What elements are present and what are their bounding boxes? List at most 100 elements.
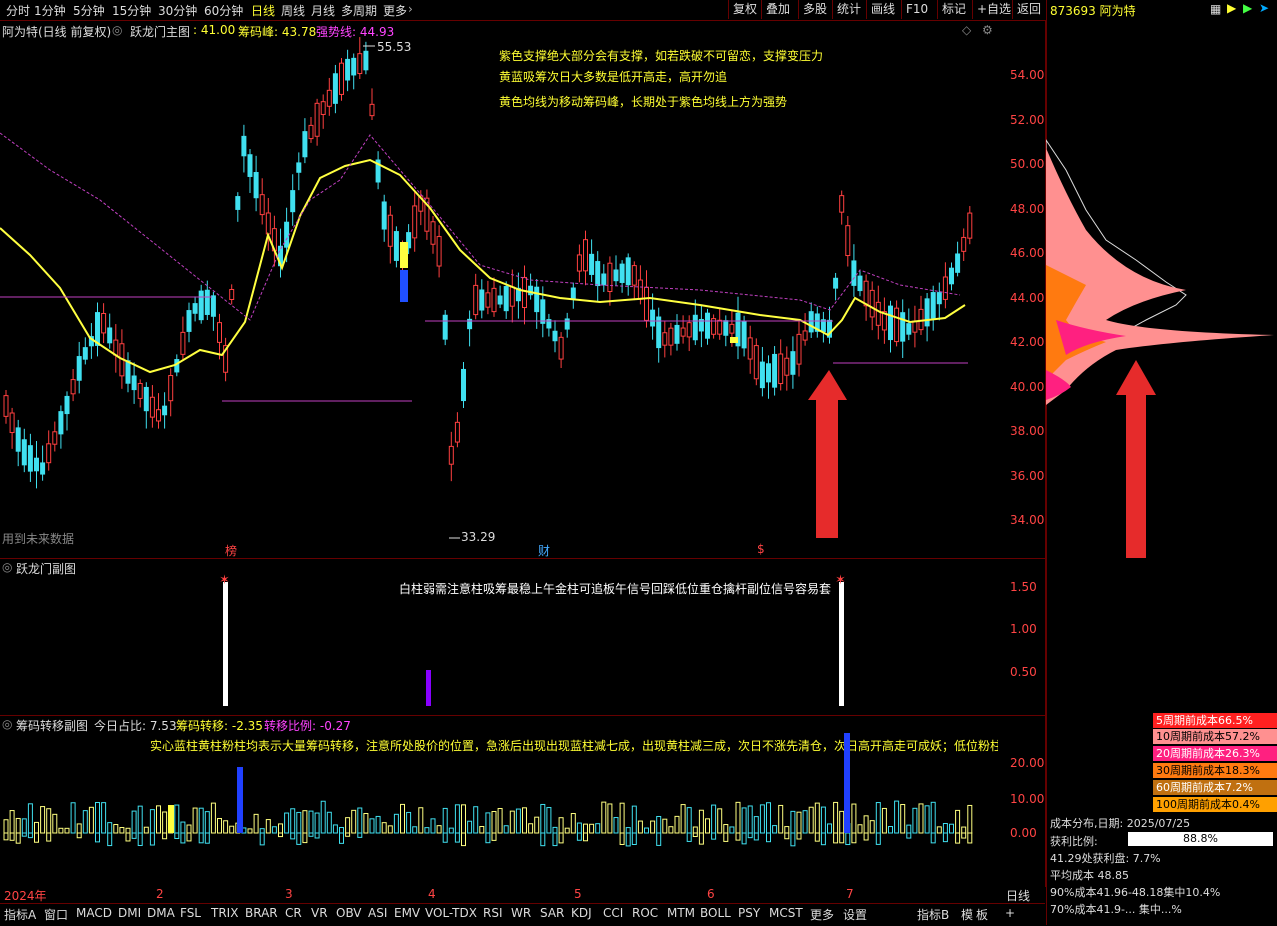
candlestick-chart[interactable] bbox=[0, 20, 1045, 558]
candle-body bbox=[95, 312, 100, 346]
multi-stock-button[interactable]: 多股 bbox=[798, 0, 831, 19]
mark-button[interactable]: 标记 bbox=[937, 0, 970, 19]
indicator-tab[interactable]: WR bbox=[511, 906, 531, 920]
template-tab[interactable]: 模 bbox=[961, 906, 973, 923]
transfer-bar-neg bbox=[162, 832, 168, 840]
draw-button[interactable]: 画线 bbox=[866, 0, 899, 19]
add-tab[interactable]: + bbox=[1005, 906, 1015, 920]
transfer-bar-neg bbox=[15, 832, 21, 844]
transfer-bar-neg bbox=[753, 832, 759, 841]
play-icon[interactable]: ▶ bbox=[1243, 1, 1252, 15]
indicator-tab[interactable]: VR bbox=[311, 906, 328, 920]
candle-body bbox=[351, 57, 357, 76]
indicator-tab[interactable]: BOLL bbox=[700, 906, 731, 920]
candle-body bbox=[461, 368, 466, 402]
period-tab[interactable]: 分时 bbox=[6, 2, 30, 19]
transfer-bar-neg bbox=[839, 832, 845, 844]
transfer-bar bbox=[52, 813, 58, 834]
settings-tab[interactable]: 设置 bbox=[843, 906, 867, 923]
indicator-tab[interactable]: MCST bbox=[769, 906, 803, 920]
stats-button[interactable]: 统计 bbox=[832, 0, 865, 19]
transfer-bar bbox=[247, 828, 253, 834]
transfer-bar bbox=[9, 810, 15, 834]
transfer-bar bbox=[808, 806, 814, 834]
overlay-button[interactable]: 叠加 bbox=[761, 0, 794, 19]
candle-body bbox=[485, 292, 491, 308]
period-tab-active[interactable]: 日线 bbox=[251, 2, 275, 19]
candle-body bbox=[491, 287, 497, 313]
indicator-tab[interactable]: FSL bbox=[180, 906, 201, 920]
period-tab[interactable]: 月线 bbox=[311, 2, 335, 19]
transfer-bar-neg bbox=[76, 832, 82, 839]
indicator-tab[interactable]: 指标A bbox=[4, 906, 36, 923]
template-tab[interactable]: 板 bbox=[976, 906, 988, 923]
indicator-tab[interactable]: CCI bbox=[603, 906, 623, 920]
transfer-bar bbox=[662, 818, 668, 834]
transfer-bar bbox=[302, 810, 308, 834]
chevron-right-icon[interactable]: › bbox=[408, 2, 413, 16]
indicator-tab[interactable]: KDJ bbox=[571, 906, 592, 920]
f10-button[interactable]: F10 bbox=[901, 0, 932, 19]
transfer-bar-neg bbox=[820, 832, 826, 846]
candle-body bbox=[436, 236, 442, 267]
transfer-bar bbox=[76, 823, 82, 834]
indicator-tab[interactable]: DMA bbox=[147, 906, 175, 920]
chip-absorb-bar bbox=[400, 270, 408, 302]
transfer-bar bbox=[290, 808, 296, 834]
back-button[interactable]: 返回 bbox=[1012, 0, 1045, 19]
period-tab[interactable]: 15分钟 bbox=[112, 2, 151, 19]
transfer-bar bbox=[387, 825, 393, 834]
indicator-tab[interactable]: ASI bbox=[368, 906, 387, 920]
indicator-tab[interactable]: PSY bbox=[738, 906, 760, 920]
large-transfer-bar bbox=[168, 805, 174, 833]
transfer-bar bbox=[467, 820, 473, 834]
avg-cost: 平均成本 48.85 bbox=[1050, 869, 1129, 882]
transfer-bar bbox=[546, 807, 552, 834]
indicator-tab[interactable]: RSI bbox=[483, 906, 503, 920]
indicator-tab[interactable]: VOL-TDX bbox=[425, 906, 477, 920]
fuquan-button[interactable]: 复权 bbox=[728, 0, 761, 19]
y-tick: 10.00 bbox=[1010, 792, 1045, 806]
period-tab[interactable]: 1分钟 bbox=[34, 2, 66, 19]
transfer-bar bbox=[436, 825, 442, 834]
indicator-tab[interactable]: CR bbox=[285, 906, 302, 920]
transfer-bar-neg bbox=[698, 832, 704, 845]
candle-body bbox=[3, 395, 9, 417]
transfer-bar bbox=[540, 803, 546, 834]
transfer-bar bbox=[753, 816, 759, 834]
period-tab[interactable]: 5分钟 bbox=[73, 2, 105, 19]
indicator-tab[interactable]: MTM bbox=[667, 906, 695, 920]
profit-at-price: 41.29处获利盘: 7.7% bbox=[1050, 852, 1161, 865]
transfer-bar bbox=[759, 804, 765, 834]
indicator-tab[interactable]: BRAR bbox=[245, 906, 278, 920]
transfer-bar-neg bbox=[863, 832, 869, 841]
indicator-tab[interactable]: TRIX bbox=[211, 906, 238, 920]
transfer-bar bbox=[345, 817, 351, 834]
x-axis: 2024年 2 3 4 5 6 7 日线 bbox=[0, 887, 1045, 903]
indicator-tab[interactable]: OBV bbox=[336, 906, 362, 920]
indicator-tab[interactable]: SAR bbox=[540, 906, 564, 920]
indicator-tab[interactable]: EMV bbox=[394, 906, 420, 920]
period-tab[interactable]: 周线 bbox=[281, 2, 305, 19]
transfer-bar bbox=[375, 815, 381, 834]
indicator-tab[interactable]: 更多 bbox=[810, 906, 834, 923]
indicator-tab[interactable]: ROC bbox=[632, 906, 658, 920]
more-periods[interactable]: 更多 bbox=[383, 2, 407, 19]
grid-icon[interactable]: ▦ bbox=[1210, 2, 1221, 16]
indicator-tab[interactable]: MACD bbox=[76, 906, 112, 920]
transfer-bar-neg bbox=[34, 832, 39, 843]
indicator-b-tab[interactable]: 指标B bbox=[917, 906, 949, 923]
indicator-tab[interactable]: 窗口 bbox=[44, 906, 68, 923]
add-watchlist-button[interactable]: +自选 bbox=[972, 0, 1015, 19]
period-tab[interactable]: 30分钟 bbox=[158, 2, 197, 19]
large-transfer-bar bbox=[237, 767, 243, 833]
flag-icon[interactable]: ▶ bbox=[1227, 1, 1236, 15]
arrow-icon[interactable]: ➤ bbox=[1259, 1, 1269, 15]
candle-body bbox=[674, 324, 680, 344]
period-tab[interactable]: 多周期 bbox=[341, 2, 377, 19]
candle-body bbox=[162, 405, 168, 416]
transfer-bar-neg bbox=[9, 832, 15, 841]
indicator-tab[interactable]: DMI bbox=[118, 906, 141, 920]
candle-body bbox=[149, 396, 155, 418]
period-tab[interactable]: 60分钟 bbox=[204, 2, 243, 19]
